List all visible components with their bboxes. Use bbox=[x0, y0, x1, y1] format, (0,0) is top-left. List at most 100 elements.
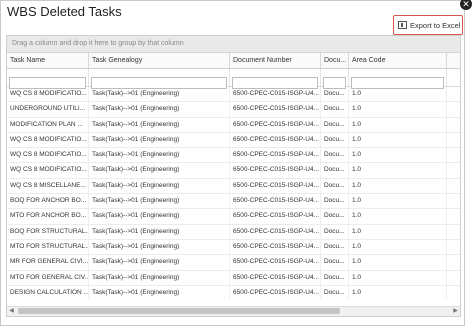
cell-document: Docu... bbox=[321, 87, 349, 102]
cell-document: Docu... bbox=[321, 209, 349, 224]
cell-task-name: BOQ FOR STRUCTURAL... bbox=[7, 224, 89, 239]
cell-document-number: 6500-CPEC-C015-ISGP-U4... bbox=[230, 194, 321, 209]
table-row[interactable]: MTO FOR STRUCTURAL... Task(Task)-->01 (En… bbox=[7, 239, 460, 256]
cell-task-genealogy: Task(Task)-->01 (Engineering) bbox=[89, 102, 230, 117]
cell-task-name: WQ CS 8 MODIFICATIO... bbox=[7, 148, 89, 163]
cell-document: Docu... bbox=[321, 132, 349, 148]
cell-extra bbox=[447, 194, 460, 208]
cell-task-genealogy: Task(Task)-->01 (Engineering) bbox=[89, 239, 230, 255]
table-row[interactable]: WQ CS 8 MODIFICATIO... Task(Task)-->01 (E… bbox=[7, 132, 460, 149]
cell-document-number: 6500-CPEC-C015-ISGP-U4... bbox=[230, 87, 321, 102]
grid-header-row: Task Name Task Genealogy Document Number… bbox=[7, 53, 460, 69]
cell-extra bbox=[447, 118, 460, 132]
cell-document-number: 6500-CPEC-C015-ISGP-U4... bbox=[230, 224, 321, 239]
horizontal-scrollbar[interactable]: ◀ ▶ bbox=[7, 306, 460, 316]
cell-area-code: 1.0 bbox=[349, 102, 447, 117]
cell-task-genealogy: Task(Task)-->01 (Engineering) bbox=[89, 132, 230, 148]
cell-area-code: 1.0 bbox=[349, 148, 447, 163]
column-header-document[interactable]: Docu... bbox=[321, 53, 349, 68]
cell-task-name: MR FOR GENERAL CIVI... bbox=[7, 255, 89, 270]
scroll-left-icon[interactable]: ◀ bbox=[7, 307, 16, 316]
cell-extra bbox=[447, 240, 460, 254]
cell-extra bbox=[447, 286, 460, 299]
cell-extra bbox=[447, 133, 460, 147]
cell-document-number: 6500-CPEC-C015-ISGP-U4... bbox=[230, 163, 321, 178]
cell-task-genealogy: Task(Task)-->01 (Engineering) bbox=[89, 148, 230, 163]
cell-task-genealogy: Task(Task)-->01 (Engineering) bbox=[89, 255, 230, 270]
cell-task-name: UNDERGROUND UTILI... bbox=[7, 102, 89, 117]
cell-area-code: 1.0 bbox=[349, 132, 447, 148]
cell-task-name: DESIGN CALCULATION ... bbox=[7, 285, 89, 299]
cell-task-genealogy: Task(Task)-->01 (Engineering) bbox=[89, 194, 230, 209]
cell-document: Docu... bbox=[321, 255, 349, 270]
cell-document-number: 6500-CPEC-C015-ISGP-U4... bbox=[230, 102, 321, 117]
filter-row bbox=[7, 69, 460, 89]
wbs-deleted-tasks-dialog: WBS Deleted Tasks Export to Excel Drag a… bbox=[0, 0, 465, 326]
group-by-panel[interactable]: Drag a column and drop it here to group … bbox=[7, 36, 460, 53]
export-to-excel-button[interactable]: Export to Excel bbox=[393, 15, 463, 35]
cell-extra bbox=[447, 179, 460, 193]
cell-area-code: 1.0 bbox=[349, 87, 447, 102]
cell-extra bbox=[447, 163, 460, 177]
table-row[interactable]: MODIFICATION PLAN ... Task(Task)-->01 (En… bbox=[7, 117, 460, 133]
cell-document: Docu... bbox=[321, 194, 349, 209]
cell-task-genealogy: Task(Task)-->01 (Engineering) bbox=[89, 209, 230, 224]
cell-extra bbox=[447, 87, 460, 101]
cell-document: Docu... bbox=[321, 224, 349, 239]
column-header-task-genealogy[interactable]: Task Genealogy bbox=[89, 53, 230, 68]
cell-document-number: 6500-CPEC-C015-ISGP-U4... bbox=[230, 285, 321, 299]
cell-task-genealogy: Task(Task)-->01 (Engineering) bbox=[89, 178, 230, 194]
cell-document-number: 6500-CPEC-C015-ISGP-U4... bbox=[230, 255, 321, 270]
table-row[interactable]: WQ CS 8 MODIFICATIO... Task(Task)-->01 (E… bbox=[7, 163, 460, 179]
column-header-extra bbox=[447, 53, 460, 68]
column-header-area-code[interactable]: Area Code bbox=[349, 53, 447, 68]
table-row[interactable]: WQ CS 8 MISCELLANE... Task(Task)-->01 (En… bbox=[7, 178, 460, 195]
table-row[interactable]: MTO FOR ANCHOR BO... Task(Task)-->01 (Eng… bbox=[7, 209, 460, 225]
cell-task-genealogy: Task(Task)-->01 (Engineering) bbox=[89, 224, 230, 239]
scrollbar-thumb[interactable] bbox=[18, 308, 340, 314]
cell-task-genealogy: Task(Task)-->01 (Engineering) bbox=[89, 87, 230, 102]
column-header-task-name[interactable]: Task Name bbox=[7, 53, 89, 68]
cell-task-name: MTO FOR ANCHOR BO... bbox=[7, 209, 89, 224]
cell-area-code: 1.0 bbox=[349, 178, 447, 194]
cell-area-code: 1.0 bbox=[349, 285, 447, 299]
table-row[interactable]: BOQ FOR STRUCTURAL... Task(Task)-->01 (En… bbox=[7, 224, 460, 240]
cell-task-genealogy: Task(Task)-->01 (Engineering) bbox=[89, 117, 230, 132]
table-row[interactable]: MTO FOR GENERAL CIV... Task(Task)-->01 (E… bbox=[7, 270, 460, 286]
cell-task-genealogy: Task(Task)-->01 (Engineering) bbox=[89, 285, 230, 299]
cell-task-name: MODIFICATION PLAN ... bbox=[7, 117, 89, 132]
cell-extra bbox=[447, 255, 460, 269]
export-label: Export to Excel bbox=[410, 20, 461, 30]
cell-area-code: 1.0 bbox=[349, 239, 447, 255]
cell-document: Docu... bbox=[321, 270, 349, 285]
table-row[interactable]: UNDERGROUND UTILI... Task(Task)-->01 (Eng… bbox=[7, 102, 460, 118]
cell-document-number: 6500-CPEC-C015-ISGP-U4... bbox=[230, 117, 321, 132]
cell-area-code: 1.0 bbox=[349, 209, 447, 224]
dialog-title: WBS Deleted Tasks bbox=[7, 4, 122, 19]
cell-task-name: WQ CS 8 MODIFICATIO... bbox=[7, 132, 89, 148]
table-row[interactable]: WQ CS 8 MODIFICATIO... Task(Task)-->01 (E… bbox=[7, 87, 460, 103]
scroll-right-icon[interactable]: ▶ bbox=[451, 307, 460, 316]
cell-task-name: MTO FOR GENERAL CIV... bbox=[7, 270, 89, 285]
cell-area-code: 1.0 bbox=[349, 117, 447, 132]
cell-task-name: MTO FOR STRUCTURAL... bbox=[7, 239, 89, 255]
cell-task-genealogy: Task(Task)-->01 (Engineering) bbox=[89, 163, 230, 178]
cell-extra bbox=[447, 102, 460, 116]
column-header-document-number[interactable]: Document Number bbox=[230, 53, 321, 68]
cell-extra bbox=[447, 271, 460, 285]
cell-document-number: 6500-CPEC-C015-ISGP-U4... bbox=[230, 270, 321, 285]
table-row[interactable]: DESIGN CALCULATION ... Task(Task)-->01 (E… bbox=[7, 285, 460, 299]
cell-document-number: 6500-CPEC-C015-ISGP-U4... bbox=[230, 132, 321, 148]
cell-document: Docu... bbox=[321, 102, 349, 117]
table-row[interactable]: BOQ FOR ANCHOR BO... Task(Task)-->01 (Eng… bbox=[7, 194, 460, 210]
table-row[interactable]: MR FOR GENERAL CIVI... Task(Task)-->01 (E… bbox=[7, 255, 460, 271]
cell-document-number: 6500-CPEC-C015-ISGP-U4... bbox=[230, 239, 321, 255]
cell-area-code: 1.0 bbox=[349, 194, 447, 209]
close-icon[interactable]: ✕ bbox=[460, 0, 472, 10]
cell-area-code: 1.0 bbox=[349, 270, 447, 285]
deleted-tasks-grid: Drag a column and drop it here to group … bbox=[6, 35, 461, 317]
cell-extra bbox=[447, 209, 460, 223]
cell-document: Docu... bbox=[321, 178, 349, 194]
table-row[interactable]: WQ CS 8 MODIFICATIO... Task(Task)-->01 (E… bbox=[7, 148, 460, 164]
excel-icon bbox=[398, 21, 407, 29]
